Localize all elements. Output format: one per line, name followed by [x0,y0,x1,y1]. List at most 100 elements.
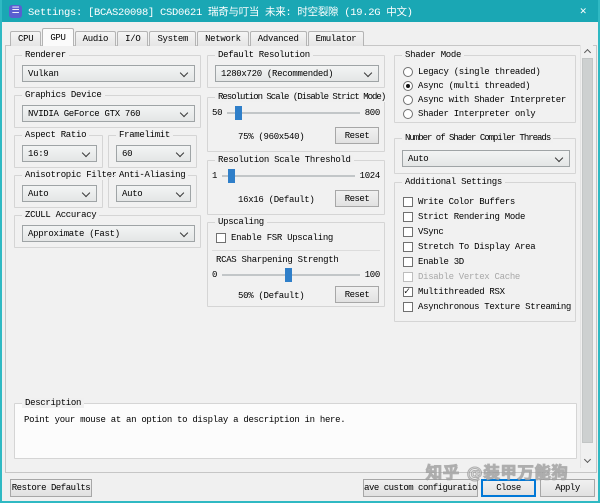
disable-vertex-cache-box [403,272,413,282]
aspect-ratio-group: Aspect Ratio 16:9 [14,130,103,168]
resolution-scale-track[interactable] [227,106,360,120]
close-window-button[interactable]: ✕ [575,4,591,18]
vsync-box [403,227,413,237]
shader-compiler-threads-label: Number of Shader Compiler Threads [402,133,554,143]
zcull-accuracy-combobox[interactable]: Approximate (Fast) [22,225,195,242]
framelimit-value: 60 [122,148,133,159]
graphics-device-group: Graphics Device NVIDIA GeForce GTX 760 [14,90,201,128]
aspect-ratio-label: Aspect Ratio [22,130,90,140]
upscaling-group: Upscaling Enable FSR Upscaling RCAS Shar… [207,217,385,307]
checkbox-asynchronous-texture-streaming[interactable]: Asynchronous Texture Streaming [403,301,571,313]
radio-shader-interpreter-only[interactable]: Shader Interpreter only [403,108,536,120]
default-resolution-combobox[interactable]: 1280x720 (Recommended) [215,65,379,82]
default-resolution-group: Default Resolution 1280x720 (Recommended… [207,50,385,88]
renderer-combobox[interactable]: Vulkan [22,65,195,82]
graphics-device-combobox[interactable]: NVIDIA GeForce GTX 760 [22,105,195,122]
apply-button[interactable]: Apply [540,479,595,497]
checkbox-stretch-to-display-area[interactable]: Stretch To Display Area [403,241,536,253]
resolution-scale-group: Resolution Scale (Disable Strict Mode) 5… [207,92,389,152]
renderer-value: Vulkan [28,68,59,79]
settings-window: ☰ Settings: [BCAS20098] CSD0621 瑞奇与叮当 未来… [0,0,600,503]
anisotropic-filter-value: Auto [28,188,49,199]
rcas-sharpening-label: RCAS Sharpening Strength [216,255,339,265]
renderer-group: Renderer Vulkan [14,50,201,88]
radio-async-interpreter-text: Async with Shader Interpreter [418,95,566,105]
resolution-scale-threshold-slider[interactable]: 1 1024 [212,169,380,183]
default-resolution-value: 1280x720 (Recommended) [221,68,334,79]
tab-io[interactable]: I/O [117,31,149,46]
resolution-scale-reset-button[interactable]: Reset [335,127,379,144]
enable-fsr-upscaling-box [216,233,226,243]
enable-3d-text: Enable 3D [418,257,464,267]
radio-async-multi-threaded[interactable]: Async (multi threaded) [403,80,531,92]
restore-defaults-button[interactable]: Restore Defaults [10,479,92,497]
resolution-scale-min: 50 [212,108,223,118]
chevron-up-icon [583,48,591,57]
shader-compiler-threads-value: Auto [408,153,429,164]
tab-audio[interactable]: Audio [74,31,117,46]
resolution-scale-threshold-track[interactable] [222,169,355,183]
tab-network[interactable]: Network [197,31,249,46]
resolution-scale-slider[interactable]: 50 800 [212,106,380,120]
framelimit-combobox[interactable]: 60 [116,145,191,162]
rcas-sharpening-track[interactable] [222,268,360,282]
scrollbar-thumb[interactable] [582,58,593,443]
scroll-up-button[interactable] [581,45,594,58]
description-text: Point your mouse at an option to display… [24,415,346,425]
enable-fsr-upscaling-text: Enable FSR Upscaling [231,233,334,243]
vertical-scrollbar[interactable] [580,45,593,468]
aspect-ratio-combobox[interactable]: 16:9 [22,145,97,162]
checkbox-strict-rendering-mode[interactable]: Strict Rendering Mode [403,211,525,223]
chevron-down-icon [583,455,591,464]
resolution-scale-value: 75% (960x540) [238,132,305,142]
resolution-scale-max: 800 [364,108,381,118]
renderer-label: Renderer [22,50,69,60]
rcas-sharpening-handle[interactable] [285,268,293,282]
rcas-sharpening-slider[interactable]: 0 100 [212,268,380,282]
checkbox-write-color-buffers[interactable]: Write Color Buffers [403,196,515,208]
app-icon: ☰ [9,4,22,18]
rcas-sharpening-max: 100 [364,270,381,280]
checkbox-multithreaded-rsx[interactable]: Multithreaded RSX [403,286,505,298]
tab-bar: CPU GPU Audio I/O System Network Advance… [10,28,365,46]
save-custom-configuration-button[interactable]: Save custom configuration [363,479,478,497]
radio-legacy-single-threaded[interactable]: Legacy (single threaded) [403,66,541,78]
resolution-scale-threshold-handle[interactable] [228,169,236,183]
additional-settings-group: Additional Settings Write Color Buffers … [394,177,576,322]
rcas-sharpening-min: 0 [212,270,218,280]
checkbox-enable-3d[interactable]: Enable 3D [403,256,464,268]
tab-advanced[interactable]: Advanced [249,31,307,46]
tab-system[interactable]: System [149,31,197,46]
radio-interpreter-only-button [403,109,413,119]
enable-3d-box [403,257,413,267]
resolution-scale-handle[interactable] [234,106,242,120]
multithreaded-rsx-box [403,286,413,298]
upscaling-separator [212,250,380,251]
rcas-sharpening-reset-button[interactable]: Reset [335,286,379,303]
radio-async-interpreter-button [403,95,413,105]
additional-settings-label: Additional Settings [402,177,505,187]
write-color-buffers-box [403,197,413,207]
anti-aliasing-combobox[interactable]: Auto [116,185,191,202]
resolution-scale-threshold-reset-button[interactable]: Reset [335,190,379,207]
resolution-scale-threshold-group: Resolution Scale Threshold 1 1024 16x16 … [207,155,385,215]
shader-compiler-threads-combobox[interactable]: Auto [402,150,570,167]
tab-gpu[interactable]: GPU [42,28,74,46]
checkbox-vsync[interactable]: VSync [403,226,444,238]
tab-cpu[interactable]: CPU [10,31,42,46]
disable-vertex-cache-text: Disable Vertex Cache [418,272,521,282]
asynchronous-texture-streaming-text: Asynchronous Texture Streaming [418,302,572,312]
resolution-scale-threshold-min: 1 [212,171,218,181]
scroll-down-button[interactable] [581,455,594,468]
shader-mode-label: Shader Mode [402,50,465,60]
close-button[interactable]: Close [481,479,536,497]
anisotropic-filter-combobox[interactable]: Auto [22,185,97,202]
window-title: Settings: [BCAS20098] CSD0621 瑞奇与叮当 未来: … [28,6,413,19]
tab-emulator[interactable]: Emulator [307,31,365,46]
strict-rendering-mode-box [403,212,413,222]
description-group: Description Point your mouse at an optio… [14,398,577,459]
enable-fsr-upscaling-checkbox[interactable]: Enable FSR Upscaling [216,232,333,244]
radio-async-with-shader-interpreter[interactable]: Async with Shader Interpreter [403,94,566,106]
zcull-accuracy-group: ZCULL Accuracy Approximate (Fast) [14,210,201,248]
stretch-to-display-area-box [403,242,413,252]
